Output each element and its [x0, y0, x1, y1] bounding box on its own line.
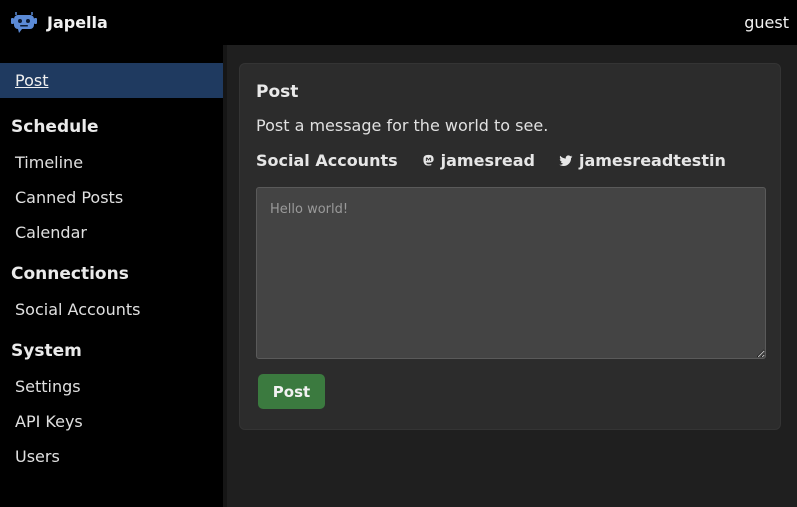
sidebar-heading-system: System	[11, 341, 82, 361]
mastodon-icon	[422, 154, 435, 167]
sidebar-item-canned-posts[interactable]: Canned Posts	[0, 180, 223, 215]
post-message-textarea[interactable]	[256, 187, 766, 359]
sidebar-item-calendar[interactable]: Calendar	[0, 215, 223, 250]
app-name: Japella	[47, 13, 108, 32]
twitter-icon	[559, 154, 573, 167]
card-title: Post	[256, 82, 299, 102]
card-description: Post a message for the world to see.	[256, 116, 549, 135]
social-accounts-label: Social Accounts	[256, 151, 398, 170]
post-card: Post Post a message for the world to see…	[239, 63, 781, 430]
sidebar-item-post[interactable]: Post	[0, 63, 223, 98]
sidebar-item-social-accounts[interactable]: Social Accounts	[0, 292, 223, 327]
social-accounts-row: Social Accounts jamesread jamesreadtesti…	[256, 151, 764, 170]
account-name: jamesread	[440, 151, 535, 170]
user-name[interactable]: guest	[744, 13, 789, 32]
sidebar-item-api-keys[interactable]: API Keys	[0, 404, 223, 439]
robot-logo-icon	[10, 8, 38, 38]
sidebar-heading-connections: Connections	[11, 264, 129, 284]
sidebar-item-users[interactable]: Users	[0, 439, 223, 474]
sidebar-item-timeline[interactable]: Timeline	[0, 145, 223, 180]
brand[interactable]: Japella	[10, 8, 108, 38]
sidebar-divider[interactable]	[223, 45, 227, 507]
account-jamesreadtestin[interactable]: jamesreadtestin	[559, 151, 726, 170]
post-button[interactable]: Post	[258, 374, 325, 409]
account-name: jamesreadtestin	[578, 151, 726, 170]
sidebar-item-settings[interactable]: Settings	[0, 369, 223, 404]
top-bar: Japella guest	[0, 0, 797, 45]
sidebar-heading-schedule: Schedule	[11, 117, 99, 137]
account-jamesread[interactable]: jamesread	[422, 151, 535, 170]
sidebar: Post Schedule Timeline Canned Posts Cale…	[0, 45, 223, 507]
